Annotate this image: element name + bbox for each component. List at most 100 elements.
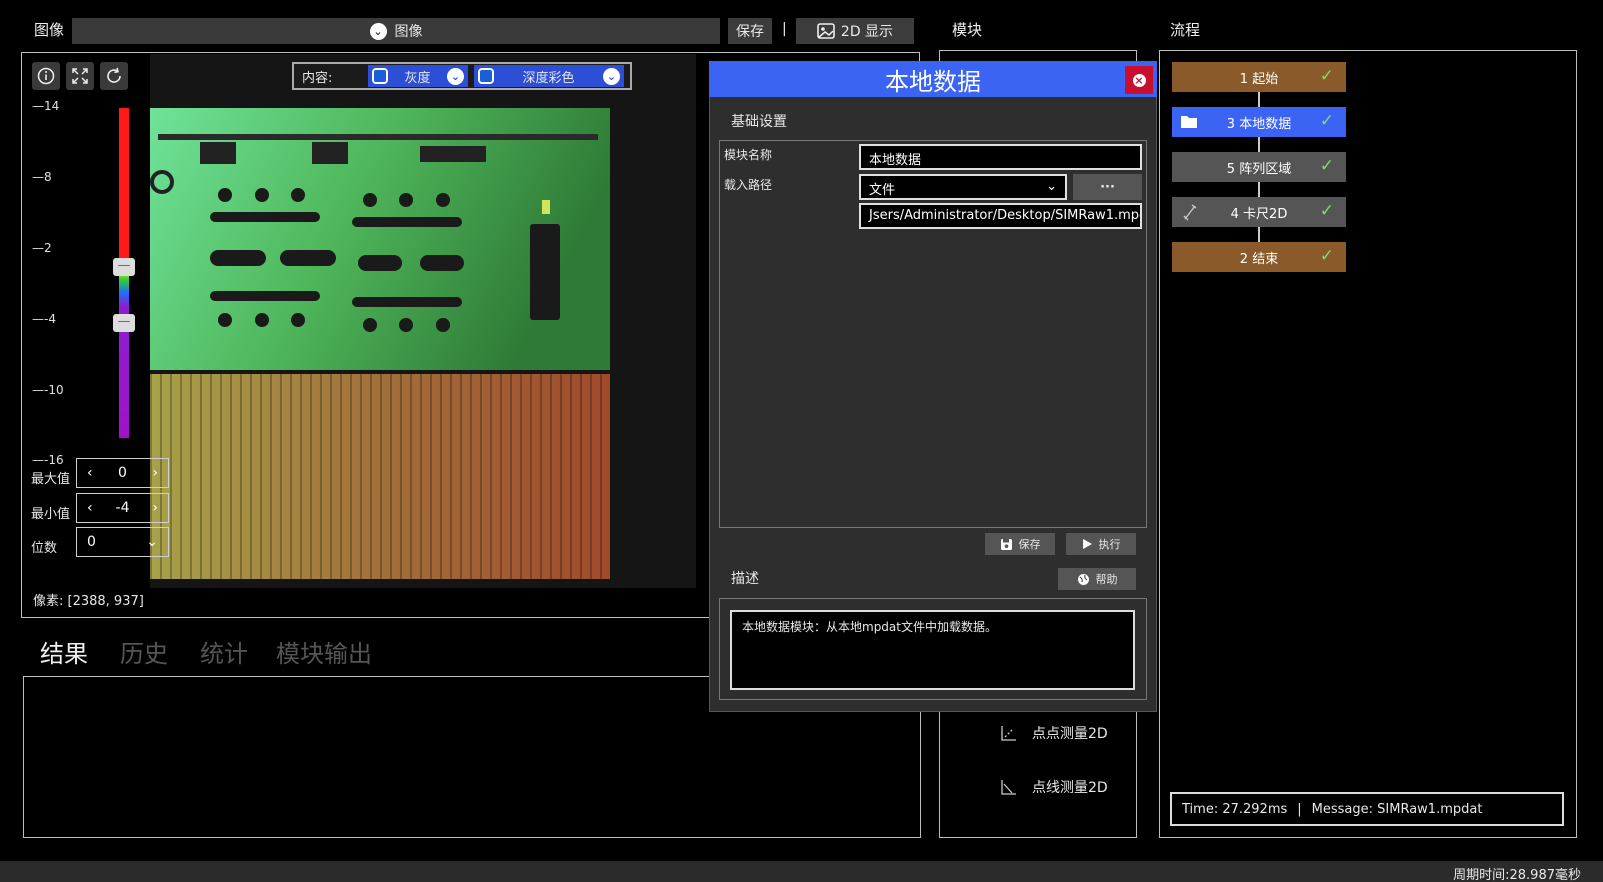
digits-select[interactable]: 0 ⌄	[76, 527, 169, 557]
scale-tick: —-4	[32, 312, 56, 326]
max-slider-handle[interactable]: —	[113, 258, 135, 276]
basic-settings-title: 基础设置	[731, 114, 787, 130]
load-type-value: 文件	[869, 183, 896, 198]
load-path-label: 载入路径	[724, 178, 773, 192]
display-mode-label: 2D 显示	[840, 24, 894, 40]
max-value-spinner[interactable]: ‹ 0 ›	[76, 458, 169, 488]
line-measure-icon	[1001, 780, 1016, 795]
toolbar-separator: |	[782, 21, 787, 37]
cycle-time: 周期时间:28.987毫秒	[1453, 868, 1581, 882]
min-slider-handle[interactable]: —	[113, 314, 135, 332]
image-source-dropdown[interactable]: ⌄ 图像	[72, 18, 720, 44]
depth-color-label: 深度彩色	[522, 70, 575, 86]
log-message: Message: SIMRaw1.mpdat	[1311, 801, 1483, 817]
min-value-spinner[interactable]: ‹ -4 ›	[76, 493, 169, 523]
close-button[interactable]: ×	[1125, 66, 1153, 94]
grayscale-option[interactable]: 灰度 ⌄	[368, 65, 468, 87]
min-value: -4	[115, 500, 130, 516]
run-label: 执行	[1098, 538, 1121, 551]
scale-tick: —-10	[32, 383, 64, 397]
check-icon: ✓	[1319, 156, 1334, 176]
flow-node-start[interactable]: 1 起始 ✓	[1172, 62, 1346, 92]
pixel-readout: 像素: [2388, 937]	[33, 594, 144, 609]
info-icon[interactable]	[32, 62, 60, 90]
flow-node-caliper[interactable]: 4 卡尺2D ✓	[1172, 197, 1346, 227]
flow-connector	[1258, 92, 1260, 108]
flow-node-end[interactable]: 2 结束 ✓	[1172, 242, 1346, 272]
flow-node-label: 3 本地数据	[1226, 116, 1292, 132]
close-icon: ×	[1132, 73, 1146, 87]
grayscale-label: 灰度	[404, 70, 431, 86]
chevron-right-icon[interactable]: ›	[152, 465, 158, 481]
module-point-line-measure[interactable]: 点线测量2D	[1000, 777, 1108, 797]
check-icon: ✓	[1319, 111, 1334, 131]
help-button[interactable]: 帮助	[1058, 568, 1136, 590]
scale-tick: —14	[32, 99, 60, 113]
chevron-down-icon: ⌄	[146, 534, 158, 550]
max-value: 0	[118, 465, 127, 481]
folder-icon	[1181, 116, 1197, 128]
module-label: 点线测量2D	[1032, 780, 1108, 796]
module-point-point-measure[interactable]: 点点测量2D	[1000, 723, 1108, 743]
min-value-label: 最小值	[31, 507, 71, 522]
grayscale-checkbox[interactable]	[372, 68, 388, 84]
scale-tick: —-16	[32, 453, 64, 467]
browse-button[interactable]: ···	[1073, 174, 1142, 200]
save-image-button[interactable]: 保存	[728, 18, 772, 44]
save-button[interactable]: 保存	[985, 533, 1055, 555]
module-label: 点点测量2D	[1032, 726, 1108, 742]
image-panel-title: 图像	[34, 21, 65, 39]
check-icon: ✓	[1319, 66, 1334, 86]
scale-tick: —2	[32, 241, 52, 255]
tab-statistics[interactable]: 统计	[200, 634, 248, 669]
module-name-input[interactable]: 本地数据	[859, 144, 1142, 170]
load-type-select[interactable]: 文件 ⌄	[859, 174, 1067, 200]
flow-node-local-data[interactable]: 3 本地数据 ✓	[1172, 107, 1346, 137]
module-name-label: 模块名称	[724, 148, 773, 162]
flow-log: Time: 27.292ms | Message: SIMRaw1.mpdat	[1170, 792, 1564, 826]
description-title: 描述	[731, 571, 759, 587]
play-icon	[1082, 539, 1092, 549]
depth-image[interactable]	[150, 54, 696, 588]
flow-node-label: 5 阵列区域	[1226, 161, 1292, 177]
tab-results[interactable]: 结果	[40, 634, 88, 669]
dialog-title-bar[interactable]: 本地数据	[709, 61, 1157, 97]
status-bar	[0, 861, 1603, 882]
chevron-down-icon[interactable]: ⌄	[602, 67, 620, 85]
flow-node-label: 2 结束	[1239, 251, 1279, 267]
flow-connector	[1258, 182, 1260, 198]
image-icon	[817, 23, 835, 39]
run-button[interactable]: 执行	[1066, 533, 1136, 555]
check-icon: ✓	[1319, 201, 1334, 221]
scale-tick: —8	[32, 170, 52, 184]
tab-module-output[interactable]: 模块输出	[276, 634, 372, 669]
modules-title: 模块	[952, 21, 983, 39]
save-label: 保存	[1018, 538, 1041, 551]
flow-connector	[1258, 137, 1260, 153]
max-value-label: 最大值	[31, 472, 71, 487]
fit-screen-icon[interactable]	[66, 62, 94, 90]
tab-history[interactable]: 历史	[120, 634, 168, 669]
content-selector: 内容: 灰度 ⌄ 深度彩色 ⌄	[292, 62, 632, 90]
caliper-icon	[1183, 204, 1197, 221]
digits-label: 位数	[31, 541, 58, 556]
chevron-left-icon[interactable]: ‹	[87, 465, 93, 481]
floppy-icon	[1000, 538, 1012, 550]
chevron-right-icon[interactable]: ›	[152, 500, 158, 516]
help-label: 帮助	[1095, 573, 1118, 586]
chevron-left-icon[interactable]: ‹	[87, 500, 93, 516]
globe-icon	[1077, 573, 1089, 585]
image-source-label: 图像	[394, 24, 423, 40]
depth-color-checkbox[interactable]	[478, 68, 494, 84]
display-mode-button[interactable]: 2D 显示	[796, 18, 914, 44]
flow-connector	[1258, 227, 1260, 243]
flow-node-array-region[interactable]: 5 阵列区域 ✓	[1172, 152, 1346, 182]
chevron-down-icon[interactable]: ⌄	[446, 67, 464, 85]
path-input[interactable]: Jsers/Administrator/Desktop/SIMRaw1.mpda…	[859, 203, 1142, 229]
content-label: 内容:	[302, 70, 333, 86]
flow-node-label: 1 起始	[1239, 71, 1279, 87]
refresh-icon[interactable]	[100, 62, 128, 90]
description-text[interactable]: 本地数据模块：从本地mpdat文件中加载数据。	[730, 610, 1135, 690]
dialog-title: 本地数据	[885, 67, 981, 96]
depth-color-option[interactable]: 深度彩色 ⌄	[474, 65, 624, 87]
